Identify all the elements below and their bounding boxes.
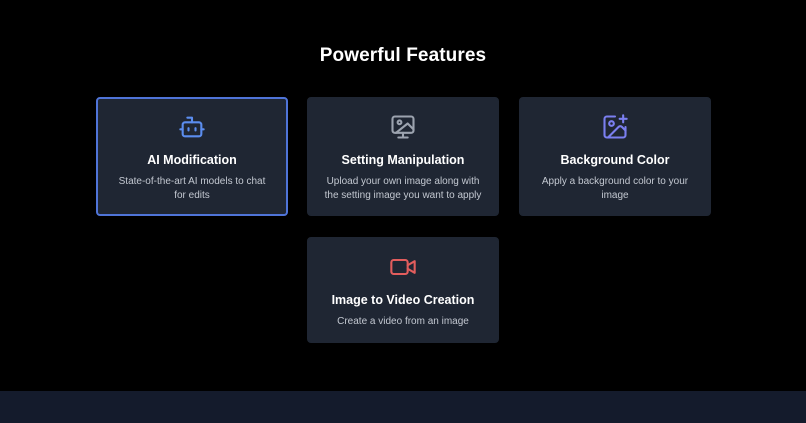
bot-icon [178, 113, 206, 141]
feature-description: Upload your own image along with the set… [324, 176, 482, 201]
feature-description: State-of-the-art AI models to chat for e… [118, 176, 266, 201]
section-title: Powerful Features [319, 45, 487, 66]
feature-description: Create a video from an image [337, 316, 469, 327]
image-plus-icon [601, 113, 629, 141]
footer-bar [0, 391, 806, 423]
feature-title: Image to Video Creation [331, 293, 475, 307]
feature-card-background-color[interactable]: Background Color Apply a background colo… [519, 97, 711, 216]
feature-card-image-to-video[interactable]: Image to Video Creation Create a video f… [307, 237, 499, 343]
feature-title: AI Modification [147, 153, 237, 167]
video-camera-icon [389, 253, 417, 281]
feature-card-setting-manipulation[interactable]: Setting Manipulation Upload your own ima… [307, 97, 499, 216]
feature-card-ai-modification[interactable]: AI Modification State-of-the-art AI mode… [96, 97, 288, 216]
feature-title: Background Color [560, 153, 670, 167]
feature-title: Setting Manipulation [341, 153, 465, 167]
feature-description: Apply a background color to your image [541, 176, 689, 201]
image-monitor-icon [389, 113, 417, 141]
